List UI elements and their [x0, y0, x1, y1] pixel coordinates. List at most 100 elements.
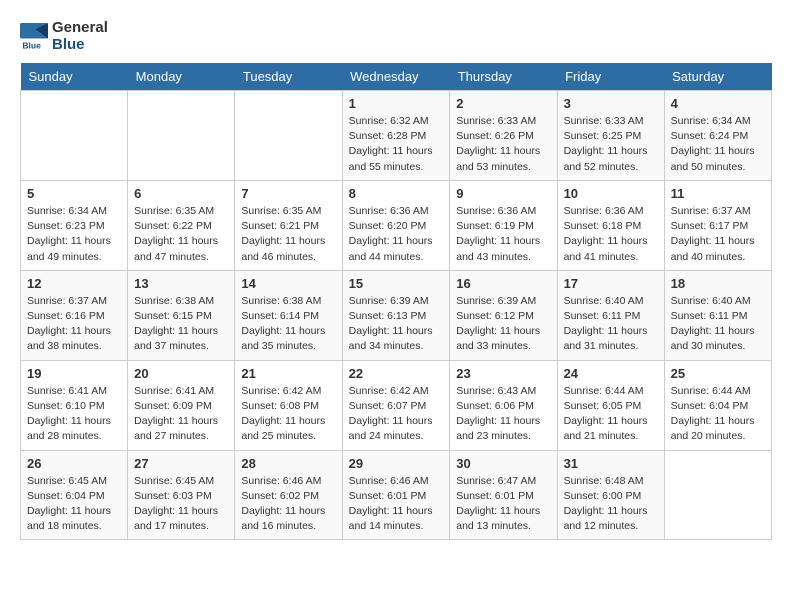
- calendar-cell: 29 Sunrise: 6:46 AM Sunset: 6:01 PM Dayli…: [342, 450, 450, 540]
- weekday-header-row: SundayMondayTuesdayWednesdayThursdayFrid…: [21, 63, 772, 91]
- day-info: Sunrise: 6:32 AM Sunset: 6:28 PM Dayligh…: [349, 114, 444, 175]
- calendar-cell: 28 Sunrise: 6:46 AM Sunset: 6:02 PM Dayli…: [235, 450, 342, 540]
- calendar-cell: 22 Sunrise: 6:42 AM Sunset: 6:07 PM Dayli…: [342, 360, 450, 450]
- calendar-cell: 13 Sunrise: 6:38 AM Sunset: 6:15 PM Dayli…: [128, 270, 235, 360]
- calendar-cell: 19 Sunrise: 6:41 AM Sunset: 6:10 PM Dayli…: [21, 360, 128, 450]
- calendar-cell: 10 Sunrise: 6:36 AM Sunset: 6:18 PM Dayli…: [557, 180, 664, 270]
- week-row-5: 26 Sunrise: 6:45 AM Sunset: 6:04 PM Dayli…: [21, 450, 772, 540]
- day-info: Sunrise: 6:46 AM Sunset: 6:01 PM Dayligh…: [349, 474, 444, 535]
- calendar-cell: [235, 91, 342, 181]
- day-info: Sunrise: 6:38 AM Sunset: 6:14 PM Dayligh…: [241, 294, 335, 355]
- day-info: Sunrise: 6:34 AM Sunset: 6:24 PM Dayligh…: [671, 114, 765, 175]
- day-info: Sunrise: 6:42 AM Sunset: 6:08 PM Dayligh…: [241, 384, 335, 445]
- day-info: Sunrise: 6:42 AM Sunset: 6:07 PM Dayligh…: [349, 384, 444, 445]
- calendar-cell: 1 Sunrise: 6:32 AM Sunset: 6:28 PM Daylig…: [342, 91, 450, 181]
- calendar-cell: 15 Sunrise: 6:39 AM Sunset: 6:13 PM Dayli…: [342, 270, 450, 360]
- calendar-cell: 3Sunrise: 6:33 AM Sunset: 6:25 PM Daylig…: [557, 91, 664, 181]
- day-info: Sunrise: 6:36 AM Sunset: 6:18 PM Dayligh…: [564, 204, 658, 265]
- day-number: 31: [564, 456, 658, 471]
- day-info: Sunrise: 6:47 AM Sunset: 6:01 PM Dayligh…: [456, 474, 550, 535]
- logo-general-text: General: [52, 20, 108, 37]
- day-number: 21: [241, 366, 335, 381]
- page-header: Blue General Blue: [20, 20, 772, 53]
- day-number: 18: [671, 276, 765, 291]
- week-row-3: 12Sunrise: 6:37 AM Sunset: 6:16 PM Dayli…: [21, 270, 772, 360]
- day-info: Sunrise: 6:37 AM Sunset: 6:16 PM Dayligh…: [27, 294, 121, 355]
- day-number: 26: [27, 456, 121, 471]
- calendar-cell: [128, 91, 235, 181]
- week-row-4: 19 Sunrise: 6:41 AM Sunset: 6:10 PM Dayli…: [21, 360, 772, 450]
- calendar-cell: 30Sunrise: 6:47 AM Sunset: 6:01 PM Dayli…: [450, 450, 557, 540]
- day-info: Sunrise: 6:41 AM Sunset: 6:10 PM Dayligh…: [27, 384, 121, 445]
- calendar-cell: 4 Sunrise: 6:34 AM Sunset: 6:24 PM Daylig…: [664, 91, 771, 181]
- calendar-cell: 24 Sunrise: 6:44 AM Sunset: 6:05 PM Dayli…: [557, 360, 664, 450]
- weekday-header-monday: Monday: [128, 63, 235, 91]
- day-number: 4: [671, 96, 765, 111]
- calendar-cell: 27 Sunrise: 6:45 AM Sunset: 6:03 PM Dayli…: [128, 450, 235, 540]
- day-number: 1: [349, 96, 444, 111]
- calendar-cell: 25 Sunrise: 6:44 AM Sunset: 6:04 PM Dayli…: [664, 360, 771, 450]
- day-number: 5: [27, 186, 121, 201]
- day-info: Sunrise: 6:33 AM Sunset: 6:26 PM Dayligh…: [456, 114, 550, 175]
- day-info: Sunrise: 6:35 AM Sunset: 6:22 PM Dayligh…: [134, 204, 228, 265]
- calendar-cell: 26 Sunrise: 6:45 AM Sunset: 6:04 PM Dayli…: [21, 450, 128, 540]
- logo-blue-text: Blue: [52, 37, 108, 54]
- day-number: 6: [134, 186, 228, 201]
- calendar-cell: 23 Sunrise: 6:43 AM Sunset: 6:06 PM Dayli…: [450, 360, 557, 450]
- day-number: 28: [241, 456, 335, 471]
- day-number: 19: [27, 366, 121, 381]
- day-number: 11: [671, 186, 765, 201]
- day-info: Sunrise: 6:38 AM Sunset: 6:15 PM Dayligh…: [134, 294, 228, 355]
- week-row-2: 5 Sunrise: 6:34 AM Sunset: 6:23 PM Daylig…: [21, 180, 772, 270]
- weekday-header-saturday: Saturday: [664, 63, 771, 91]
- day-info: Sunrise: 6:34 AM Sunset: 6:23 PM Dayligh…: [27, 204, 121, 265]
- day-info: Sunrise: 6:45 AM Sunset: 6:03 PM Dayligh…: [134, 474, 228, 535]
- calendar-cell: 9 Sunrise: 6:36 AM Sunset: 6:19 PM Daylig…: [450, 180, 557, 270]
- calendar-cell: 14Sunrise: 6:38 AM Sunset: 6:14 PM Dayli…: [235, 270, 342, 360]
- day-number: 17: [564, 276, 658, 291]
- weekday-header-wednesday: Wednesday: [342, 63, 450, 91]
- calendar-cell: [21, 91, 128, 181]
- day-number: 2: [456, 96, 550, 111]
- calendar-cell: 21 Sunrise: 6:42 AM Sunset: 6:08 PM Dayli…: [235, 360, 342, 450]
- day-number: 27: [134, 456, 228, 471]
- weekday-header-thursday: Thursday: [450, 63, 557, 91]
- day-info: Sunrise: 6:35 AM Sunset: 6:21 PM Dayligh…: [241, 204, 335, 265]
- day-info: Sunrise: 6:40 AM Sunset: 6:11 PM Dayligh…: [671, 294, 765, 355]
- calendar-cell: 18 Sunrise: 6:40 AM Sunset: 6:11 PM Dayli…: [664, 270, 771, 360]
- day-number: 24: [564, 366, 658, 381]
- day-number: 29: [349, 456, 444, 471]
- calendar-cell: 11 Sunrise: 6:37 AM Sunset: 6:17 PM Dayli…: [664, 180, 771, 270]
- day-info: Sunrise: 6:45 AM Sunset: 6:04 PM Dayligh…: [27, 474, 121, 535]
- day-info: Sunrise: 6:48 AM Sunset: 6:00 PM Dayligh…: [564, 474, 658, 535]
- calendar-table: SundayMondayTuesdayWednesdayThursdayFrid…: [20, 63, 772, 540]
- day-number: 22: [349, 366, 444, 381]
- svg-text:Blue: Blue: [22, 40, 41, 50]
- calendar-cell: 17Sunrise: 6:40 AM Sunset: 6:11 PM Dayli…: [557, 270, 664, 360]
- calendar-cell: 20 Sunrise: 6:41 AM Sunset: 6:09 PM Dayli…: [128, 360, 235, 450]
- day-number: 7: [241, 186, 335, 201]
- day-info: Sunrise: 6:44 AM Sunset: 6:05 PM Dayligh…: [564, 384, 658, 445]
- day-info: Sunrise: 6:33 AM Sunset: 6:25 PM Dayligh…: [564, 114, 658, 175]
- calendar-cell: 12Sunrise: 6:37 AM Sunset: 6:16 PM Dayli…: [21, 270, 128, 360]
- day-number: 20: [134, 366, 228, 381]
- day-info: Sunrise: 6:39 AM Sunset: 6:13 PM Dayligh…: [349, 294, 444, 355]
- weekday-header-tuesday: Tuesday: [235, 63, 342, 91]
- day-number: 9: [456, 186, 550, 201]
- day-info: Sunrise: 6:41 AM Sunset: 6:09 PM Dayligh…: [134, 384, 228, 445]
- day-info: Sunrise: 6:44 AM Sunset: 6:04 PM Dayligh…: [671, 384, 765, 445]
- day-info: Sunrise: 6:43 AM Sunset: 6:06 PM Dayligh…: [456, 384, 550, 445]
- day-info: Sunrise: 6:36 AM Sunset: 6:19 PM Dayligh…: [456, 204, 550, 265]
- calendar-cell: 8Sunrise: 6:36 AM Sunset: 6:20 PM Daylig…: [342, 180, 450, 270]
- day-number: 25: [671, 366, 765, 381]
- day-info: Sunrise: 6:46 AM Sunset: 6:02 PM Dayligh…: [241, 474, 335, 535]
- logo-icon: Blue: [20, 23, 48, 51]
- day-info: Sunrise: 6:39 AM Sunset: 6:12 PM Dayligh…: [456, 294, 550, 355]
- weekday-header-sunday: Sunday: [21, 63, 128, 91]
- day-number: 23: [456, 366, 550, 381]
- calendar-cell: [664, 450, 771, 540]
- day-info: Sunrise: 6:37 AM Sunset: 6:17 PM Dayligh…: [671, 204, 765, 265]
- day-number: 10: [564, 186, 658, 201]
- day-number: 15: [349, 276, 444, 291]
- day-number: 13: [134, 276, 228, 291]
